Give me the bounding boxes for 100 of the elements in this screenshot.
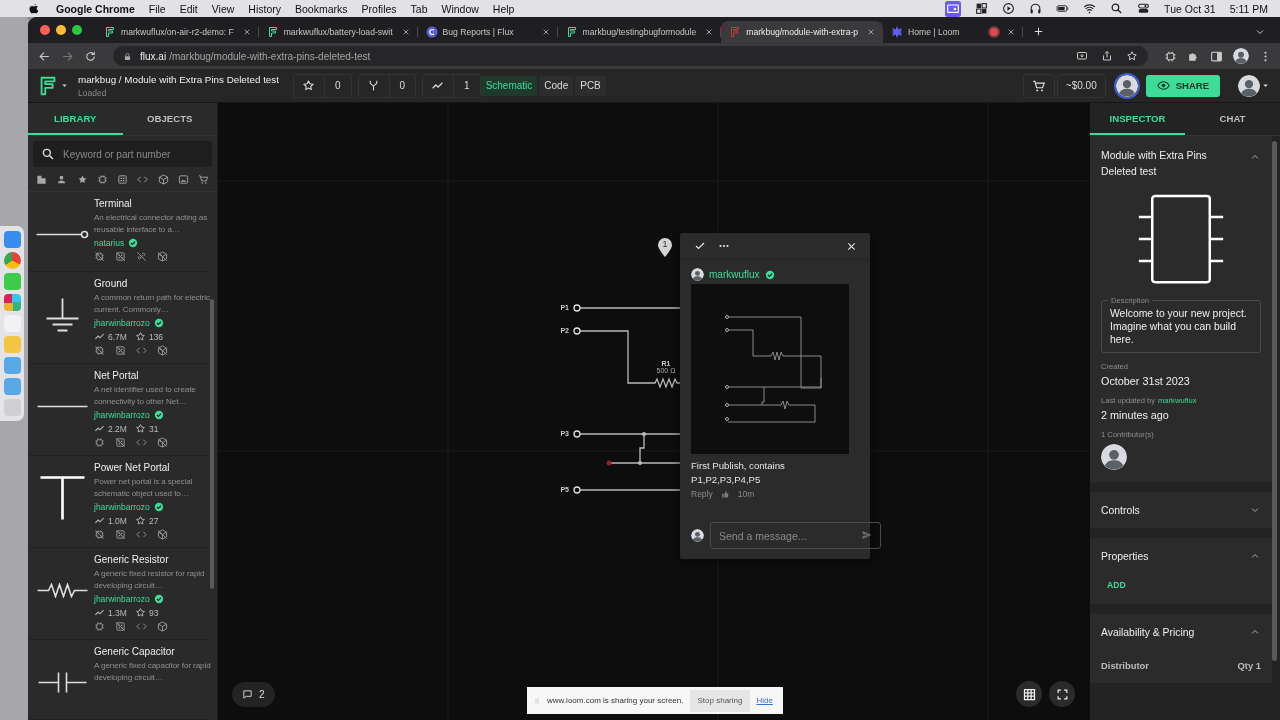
author-link[interactable]: jharwinbarrozo <box>94 502 150 512</box>
footprint-icon[interactable] <box>117 174 128 185</box>
apple-logo-icon[interactable] <box>28 2 40 15</box>
address-bar[interactable]: flux.ai /markbug/module-with-extra-pins-deleted-test <box>113 46 1148 66</box>
reload-icon[interactable] <box>84 49 97 63</box>
browser-tab[interactable]: markwuflux/on-air-r2-demo: F <box>96 21 259 43</box>
dock-app-icon[interactable] <box>4 252 21 269</box>
browser-tab[interactable]: markbug/module-with-extra-p <box>721 21 884 43</box>
browser-tab[interactable]: Bug Reports | Flux <box>417 21 558 43</box>
fullscreen-button[interactable] <box>1049 681 1075 707</box>
close-icon[interactable] <box>1007 28 1016 36</box>
wifi-icon[interactable] <box>1083 2 1097 15</box>
resolve-icon[interactable] <box>694 240 706 252</box>
person-icon[interactable] <box>56 174 68 185</box>
dock-app-icon[interactable] <box>4 294 21 311</box>
close-window-button[interactable] <box>40 25 50 35</box>
library-item[interactable]: Terminal An electrical connector acting as reusable interface to a… natarius <box>28 192 211 272</box>
author-link[interactable]: jharwinbarrozo <box>94 594 150 604</box>
menu-item[interactable]: View <box>211 2 235 15</box>
close-icon[interactable] <box>705 28 714 36</box>
menu-item[interactable]: Help <box>492 2 515 15</box>
menu-item[interactable]: History <box>248 2 282 15</box>
price-button[interactable]: ~$0.00 <box>1056 73 1106 98</box>
code-icon[interactable] <box>137 174 149 185</box>
extension-icon[interactable] <box>1164 49 1177 63</box>
profile-avatar[interactable] <box>1233 48 1249 64</box>
collaborator-avatar[interactable] <box>1115 74 1138 97</box>
section-header[interactable]: Availability & Pricing <box>1101 614 1261 638</box>
menu-item[interactable]: Tab <box>410 2 428 15</box>
author-link[interactable]: natarius <box>94 238 125 248</box>
image-icon[interactable] <box>177 174 189 185</box>
library-item[interactable]: Generic Capacitor A generic fixed capacitor for rapid developing circuit… <box>28 640 211 720</box>
hide-link[interactable]: Hide <box>756 696 773 705</box>
section-header[interactable]: Properties <box>1101 538 1261 562</box>
app-menu[interactable]: Google Chrome <box>56 2 135 15</box>
panel-tab[interactable]: LIBRARY <box>28 103 123 135</box>
cart-icon[interactable] <box>198 174 209 185</box>
forward-icon[interactable] <box>61 49 74 63</box>
account-menu-button[interactable] <box>1238 74 1270 97</box>
close-icon[interactable] <box>867 28 876 36</box>
scrollbar[interactable] <box>1272 141 1277 661</box>
browser-tab[interactable]: markbug/testingbugformodule <box>557 21 722 43</box>
reply-link[interactable]: Reply <box>691 489 713 499</box>
comments-button[interactable]: 2 <box>232 682 275 707</box>
scrollbar[interactable] <box>210 299 214 589</box>
author-link[interactable]: jharwinbarrozo <box>94 410 150 420</box>
send-icon[interactable] <box>861 529 873 541</box>
thumbs-up-icon[interactable] <box>720 489 730 499</box>
close-icon[interactable] <box>401 28 410 36</box>
view-tab[interactable]: Schematic <box>480 75 538 96</box>
panel-tab[interactable]: OBJECTS <box>122 103 217 135</box>
author-link[interactable]: jharwinbarrozo <box>94 318 150 328</box>
comment-pin[interactable]: 1 <box>657 237 673 257</box>
install-icon[interactable] <box>1076 50 1088 62</box>
grid-button[interactable] <box>1016 681 1042 707</box>
chip-icon[interactable] <box>96 174 108 185</box>
message-field[interactable]: Send a message... <box>710 522 881 549</box>
stop-sharing-button[interactable]: Stop sharing <box>689 689 751 712</box>
minimize-window-button[interactable] <box>56 25 66 35</box>
search-field[interactable]: Keyword or part number <box>33 141 212 167</box>
star-icon[interactable] <box>76 174 88 185</box>
play-icon[interactable] <box>1002 2 1016 15</box>
close-icon[interactable] <box>541 28 550 36</box>
side-panel-icon[interactable] <box>1210 49 1223 63</box>
menu-item[interactable]: Window <box>441 2 479 15</box>
trend-button[interactable]: 1 <box>422 73 481 98</box>
section-header[interactable]: Controls <box>1101 492 1261 516</box>
avatar[interactable] <box>691 268 704 281</box>
cube-icon[interactable] <box>157 174 169 185</box>
screen-share-icon[interactable] <box>945 0 962 17</box>
battery-icon[interactable] <box>1056 2 1070 15</box>
bookmark-star-icon[interactable] <box>1126 50 1138 62</box>
contributor-avatar[interactable] <box>1101 444 1127 470</box>
avatar[interactable] <box>1238 74 1260 97</box>
menu-item[interactable]: Edit <box>179 2 198 15</box>
browser-tab[interactable]: markwuflux/battery-load-swit <box>258 21 418 43</box>
cart-button[interactable] <box>1022 73 1055 98</box>
caret-icon[interactable] <box>60 81 69 90</box>
menu-item[interactable]: Profiles <box>361 2 397 15</box>
close-icon[interactable] <box>846 240 857 252</box>
avatar[interactable] <box>691 529 704 542</box>
building-icon[interactable] <box>36 174 47 185</box>
search-icon[interactable] <box>1110 2 1124 15</box>
browser-tab[interactable]: Home | Loom <box>883 21 1024 43</box>
star-button[interactable]: 0 <box>292 73 352 98</box>
share-icon[interactable] <box>1101 50 1113 62</box>
window-icon[interactable] <box>975 2 989 15</box>
control-center-icon[interactable] <box>1137 2 1151 15</box>
view-tab[interactable]: Code <box>539 75 574 96</box>
view-tab[interactable]: PCB <box>575 75 606 96</box>
close-icon[interactable] <box>242 28 251 36</box>
panel-tab[interactable]: CHAT <box>1185 103 1280 135</box>
add-button[interactable]: ADD <box>1107 580 1126 590</box>
menu-item[interactable]: Bookmarks <box>295 2 348 15</box>
zoom-window-button[interactable] <box>72 25 82 35</box>
share-button[interactable]: SHARE <box>1145 74 1220 97</box>
fork-button[interactable]: 0 <box>357 73 417 98</box>
new-tab-icon[interactable] <box>1033 26 1045 37</box>
comment-author[interactable]: markwuflux <box>709 269 760 280</box>
back-icon[interactable] <box>38 49 51 63</box>
